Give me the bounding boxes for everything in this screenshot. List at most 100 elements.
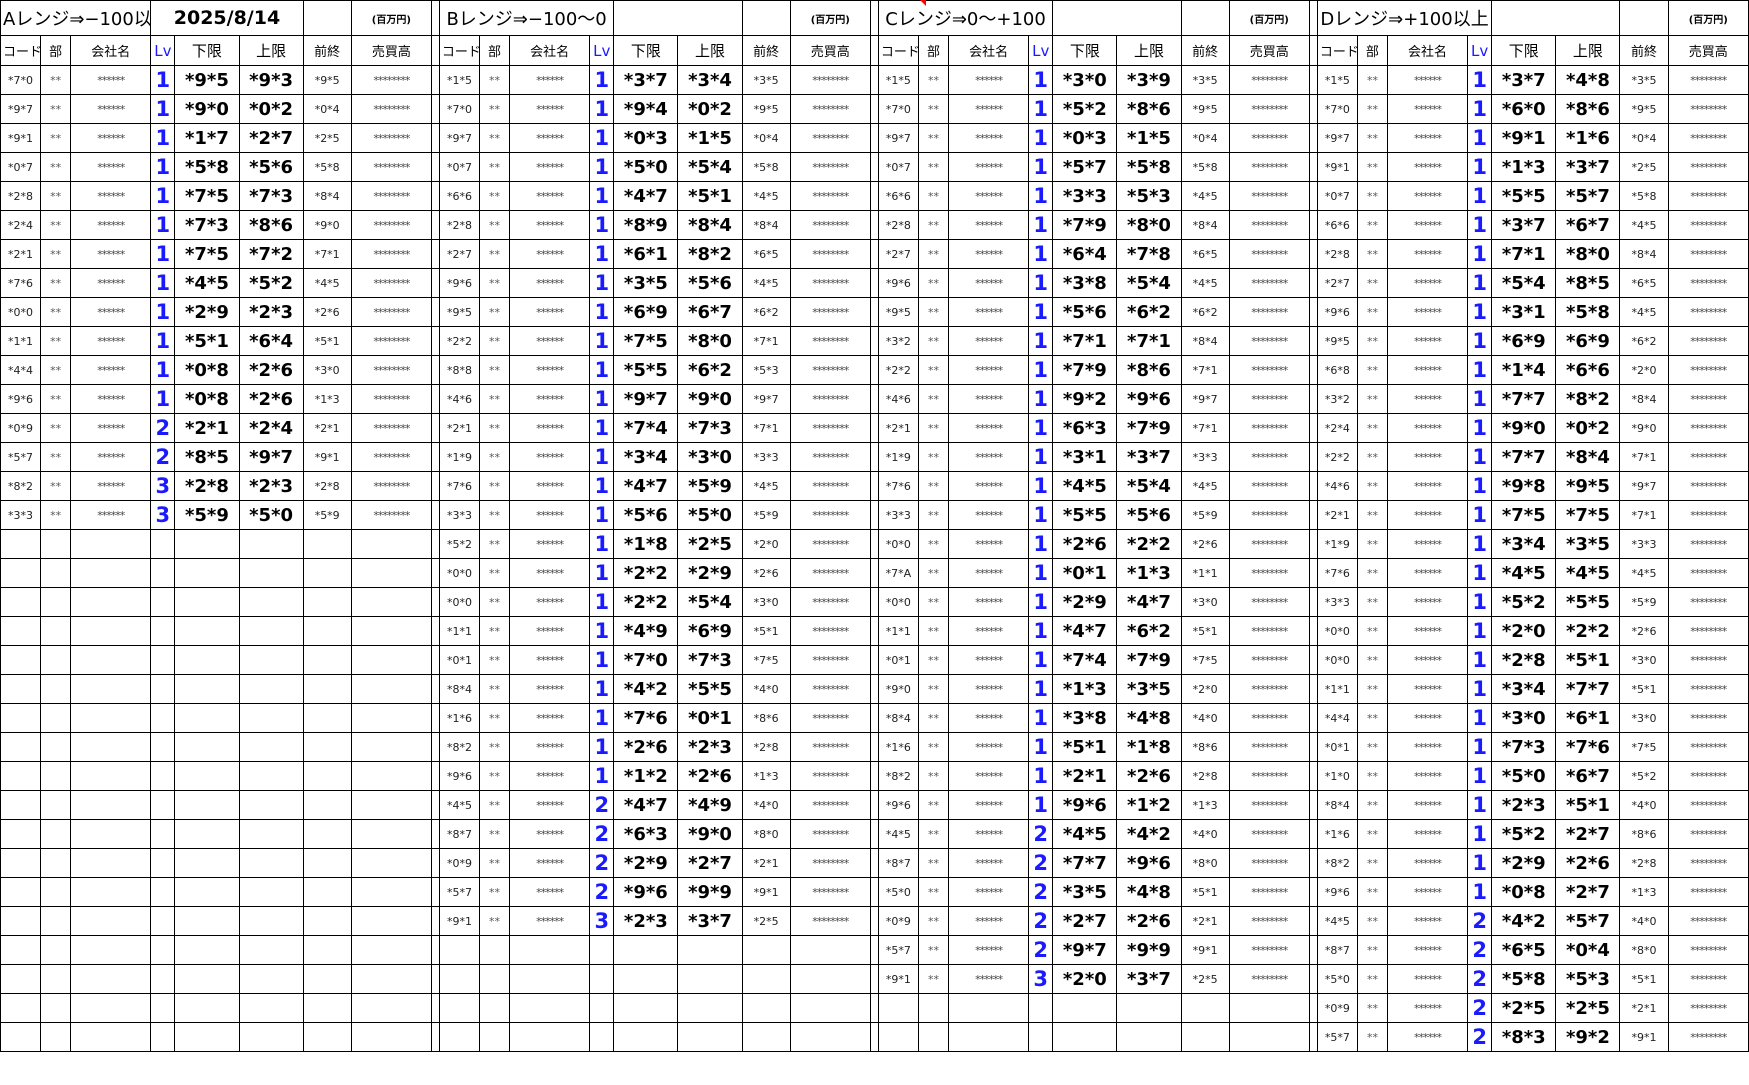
- volume-cell[interactable]: ********: [1667, 732, 1749, 762]
- company-name-cell[interactable]: ******: [509, 703, 591, 733]
- empty-cell[interactable]: [174, 848, 240, 878]
- empty-cell[interactable]: [174, 964, 240, 994]
- company-name-cell[interactable]: ******: [509, 558, 591, 588]
- lower-limit-cell[interactable]: *1*3: [1491, 152, 1557, 182]
- level-cell[interactable]: 1: [1467, 94, 1493, 124]
- empty-cell[interactable]: [302, 848, 352, 878]
- dept-cell[interactable]: **: [917, 94, 950, 124]
- empty-cell[interactable]: [741, 0, 791, 36]
- level-cell[interactable]: 1: [150, 123, 176, 153]
- empty-cell[interactable]: [589, 935, 615, 965]
- volume-cell[interactable]: ********: [789, 674, 871, 704]
- code-cell[interactable]: *9*5: [438, 297, 481, 327]
- upper-limit-cell[interactable]: *0*4: [1555, 935, 1621, 965]
- volume-cell[interactable]: ********: [350, 123, 432, 153]
- prev-close-header[interactable]: 前終: [1619, 35, 1669, 66]
- empty-cell[interactable]: [40, 993, 72, 1023]
- code-cell[interactable]: *9*7: [877, 123, 919, 153]
- code-cell[interactable]: *0*0: [438, 587, 481, 617]
- volume-cell[interactable]: ********: [789, 906, 871, 936]
- prev-close-cell[interactable]: *2*8: [1180, 761, 1230, 791]
- empty-cell[interactable]: [0, 964, 42, 994]
- dept-cell[interactable]: **: [917, 877, 950, 907]
- volume-cell[interactable]: ********: [1667, 500, 1749, 530]
- upper-limit-cell[interactable]: *3*7: [1116, 442, 1182, 472]
- prev-close-header[interactable]: 前終: [741, 35, 791, 66]
- prev-close-cell[interactable]: *5*8: [302, 152, 352, 182]
- volume-cell[interactable]: ********: [789, 268, 871, 298]
- empty-cell[interactable]: [70, 790, 152, 820]
- company-name-cell[interactable]: ******: [70, 123, 152, 153]
- lower-limit-cell[interactable]: *6*1: [613, 239, 679, 269]
- lower-limit-cell[interactable]: *5*6: [1052, 297, 1118, 327]
- empty-cell[interactable]: [70, 703, 152, 733]
- upper-limit-cell[interactable]: *2*6: [677, 761, 743, 791]
- lower-limit-cell[interactable]: *5*8: [174, 152, 240, 182]
- upper-limit-cell[interactable]: *6*2: [1116, 616, 1182, 646]
- code-cell[interactable]: *9*0: [877, 674, 919, 704]
- empty-cell[interactable]: [350, 993, 432, 1023]
- code-cell[interactable]: *5*0: [1316, 964, 1358, 994]
- empty-cell[interactable]: [509, 964, 591, 994]
- prev-close-cell[interactable]: *3*5: [1180, 65, 1230, 95]
- empty-cell[interactable]: [40, 558, 72, 588]
- dept-cell[interactable]: **: [478, 326, 511, 356]
- company-name-cell[interactable]: ******: [509, 94, 591, 124]
- dept-cell[interactable]: **: [1356, 529, 1388, 559]
- code-cell[interactable]: *7*0: [1316, 94, 1358, 124]
- empty-cell[interactable]: [174, 616, 240, 646]
- level-cell[interactable]: 1: [1467, 616, 1493, 646]
- volume-cell[interactable]: ********: [1667, 558, 1749, 588]
- code-cell[interactable]: *2*7: [1316, 268, 1358, 298]
- empty-cell[interactable]: [40, 848, 72, 878]
- code-cell[interactable]: *3*3: [1316, 587, 1358, 617]
- volume-cell[interactable]: ********: [1667, 384, 1749, 414]
- code-cell[interactable]: *6*8: [1316, 355, 1358, 385]
- lower-limit-cell[interactable]: *3*8: [1052, 703, 1118, 733]
- dept-cell[interactable]: **: [478, 384, 511, 414]
- prev-close-cell[interactable]: *8*6: [1619, 819, 1669, 849]
- code-cell[interactable]: *1*9: [877, 442, 919, 472]
- upper-limit-cell[interactable]: *6*9: [1555, 326, 1621, 356]
- level-cell[interactable]: 1: [589, 442, 615, 472]
- empty-cell[interactable]: [0, 529, 42, 559]
- company-name-header[interactable]: 会社名: [70, 35, 152, 66]
- upper-limit-cell[interactable]: *7*7: [1555, 674, 1621, 704]
- lower-limit-cell[interactable]: *3*5: [1052, 877, 1118, 907]
- empty-cell[interactable]: [238, 877, 304, 907]
- volume-cell[interactable]: ********: [1228, 326, 1310, 356]
- lower-limit-cell[interactable]: *9*6: [1052, 790, 1118, 820]
- level-cell[interactable]: 1: [150, 326, 176, 356]
- prev-close-cell[interactable]: *9*1: [741, 877, 791, 907]
- lower-limit-cell[interactable]: *4*5: [1052, 471, 1118, 501]
- level-cell[interactable]: 1: [150, 297, 176, 327]
- level-cell[interactable]: 1: [1467, 239, 1493, 269]
- prev-close-cell[interactable]: *2*6: [1180, 529, 1230, 559]
- prev-close-cell[interactable]: *2*5: [1619, 152, 1669, 182]
- dept-cell[interactable]: **: [1356, 616, 1388, 646]
- dept-cell[interactable]: **: [1356, 877, 1388, 907]
- prev-close-cell[interactable]: *4*5: [741, 181, 791, 211]
- dept-cell[interactable]: **: [1356, 587, 1388, 617]
- level-cell[interactable]: 1: [589, 239, 615, 269]
- upper-limit-cell[interactable]: *8*6: [1116, 355, 1182, 385]
- company-name-cell[interactable]: ******: [1386, 1022, 1469, 1052]
- code-cell[interactable]: *0*9: [1316, 993, 1358, 1023]
- empty-cell[interactable]: [1619, 0, 1669, 36]
- empty-cell[interactable]: [1116, 1022, 1182, 1052]
- upper-limit-cell[interactable]: *2*6: [238, 355, 304, 385]
- lower-limit-cell[interactable]: *1*2: [613, 761, 679, 791]
- prev-close-cell[interactable]: *6*5: [1619, 268, 1669, 298]
- empty-cell[interactable]: [438, 1022, 481, 1052]
- empty-cell[interactable]: [350, 616, 432, 646]
- upper-limit-cell[interactable]: *9*6: [1116, 848, 1182, 878]
- upper-limit-cell[interactable]: *5*1: [1555, 645, 1621, 675]
- lower-limit-cell[interactable]: *5*5: [1491, 181, 1557, 211]
- level-cell[interactable]: 1: [1028, 587, 1054, 617]
- level-cell[interactable]: 1: [1028, 500, 1054, 530]
- dept-cell[interactable]: **: [1356, 65, 1388, 95]
- empty-cell[interactable]: [150, 732, 176, 762]
- upper-limit-cell[interactable]: *5*8: [1116, 152, 1182, 182]
- prev-close-cell[interactable]: *5*8: [741, 152, 791, 182]
- company-name-cell[interactable]: ******: [70, 384, 152, 414]
